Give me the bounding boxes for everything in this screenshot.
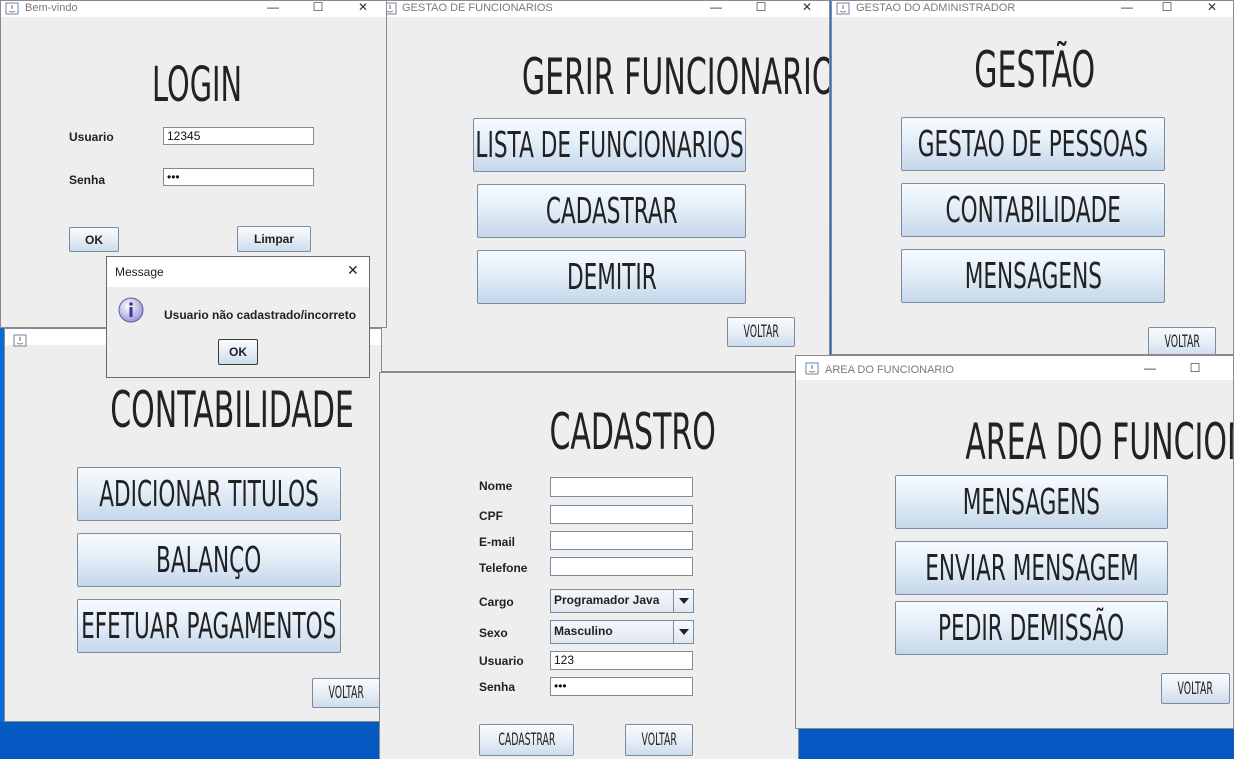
- cadastrar-submit-button[interactable]: CADASTRAR: [479, 724, 574, 756]
- sexo-label: Sexo: [479, 626, 508, 640]
- message-dialog-titlebar[interactable]: Message ✕: [107, 257, 369, 287]
- nome-label: Nome: [479, 479, 513, 493]
- info-icon: [118, 297, 144, 323]
- cadastro-voltar-button[interactable]: VOLTAR: [625, 724, 693, 756]
- limpar-button[interactable]: Limpar: [237, 226, 311, 252]
- adicionar-titulos-button[interactable]: ADICIONAR TITULOS: [77, 467, 341, 521]
- area-heading: AREA DO FUNCIONARIO: [965, 413, 1233, 471]
- contabilidade-heading: CONTABILIDADE: [110, 381, 354, 439]
- admin-heading: GESTÃO: [974, 41, 1095, 99]
- nome-input[interactable]: [550, 477, 693, 497]
- usuario-label: Usuario: [69, 130, 114, 144]
- usuario-label: Usuario: [479, 654, 524, 668]
- usuario-input[interactable]: 12345: [163, 127, 314, 145]
- area-window: AREA DO FUNCIONARIO — ☐ AREA DO FUNCIONA…: [795, 355, 1234, 729]
- maximize-button[interactable]: ☐: [1156, 1, 1178, 15]
- demitir-button[interactable]: DEMITIR: [477, 250, 746, 304]
- email-input[interactable]: [550, 531, 693, 550]
- java-icon: [13, 334, 27, 347]
- close-icon[interactable]: ✕: [347, 263, 359, 279]
- senha-input[interactable]: •••: [163, 168, 314, 186]
- maximize-button[interactable]: ☐: [750, 1, 772, 15]
- minimize-button[interactable]: —: [1139, 362, 1161, 376]
- area-voltar-button[interactable]: VOLTAR: [1161, 673, 1230, 704]
- balanco-button[interactable]: BALANÇO: [77, 533, 341, 587]
- pedir-demissao-button[interactable]: PEDIR DEMISSÃO: [895, 601, 1168, 655]
- message-dialog: Message ✕ Usuario não cadastrado/incorre…: [106, 256, 370, 378]
- java-icon: [836, 2, 850, 15]
- efetuar-pagamentos-button[interactable]: EFETUAR PAGAMENTOS: [77, 599, 341, 653]
- lista-funcionarios-button[interactable]: LISTA DE FUNCIONARIOS: [473, 118, 746, 172]
- contabilidade-voltar-button[interactable]: VOLTAR: [312, 678, 380, 708]
- email-label: E-mail: [479, 535, 516, 549]
- maximize-button[interactable]: ☐: [307, 1, 329, 15]
- chevron-down-icon[interactable]: [673, 590, 693, 612]
- mensagens-button[interactable]: MENSAGENS: [901, 249, 1165, 303]
- gestao-pessoas-button[interactable]: GESTAO DE PESSOAS: [901, 117, 1165, 171]
- desktop-edge: [0, 328, 4, 722]
- sexo-select[interactable]: Masculino: [550, 620, 694, 644]
- login-heading: LOGIN: [151, 57, 243, 113]
- funcionarios-window-titlebar[interactable]: GESTAO DE FUNCIONARIOS — ☐ ✕: [373, 1, 829, 17]
- message-ok-button[interactable]: OK: [218, 339, 258, 365]
- cpf-label: CPF: [479, 509, 503, 523]
- message-dialog-title: Message: [115, 265, 164, 279]
- telefone-input[interactable]: [550, 557, 693, 576]
- funcionarios-heading: GERIR FUNCIONARIOS: [521, 48, 830, 106]
- cpf-input[interactable]: [550, 505, 693, 524]
- senha-label: Senha: [69, 173, 106, 187]
- chevron-down-icon[interactable]: [673, 621, 693, 643]
- sexo-value: Masculino: [554, 624, 613, 638]
- cadastro-window: CADASTRO Nome CPF E-mail Telefone Cargo …: [379, 372, 799, 759]
- telefone-label: Telefone: [479, 561, 528, 575]
- cargo-label: Cargo: [479, 595, 514, 609]
- area-window-title: AREA DO FUNCIONARIO: [825, 364, 954, 376]
- close-button[interactable]: ✕: [796, 1, 818, 15]
- close-button[interactable]: ✕: [352, 1, 374, 15]
- cadastro-heading: CADASTRO: [549, 403, 716, 461]
- enviar-mensagem-button[interactable]: ENVIAR MENSAGEM: [895, 541, 1168, 595]
- senha-input[interactable]: •••: [550, 677, 693, 696]
- maximize-button[interactable]: ☐: [1184, 362, 1206, 376]
- login-window-title: Bem-vindo: [25, 2, 78, 14]
- java-icon: [805, 362, 819, 375]
- funcionarios-window: GESTAO DE FUNCIONARIOS — ☐ ✕ GERIR FUNCI…: [372, 0, 830, 372]
- area-window-titlebar[interactable]: AREA DO FUNCIONARIO — ☐: [796, 356, 1233, 380]
- minimize-button[interactable]: —: [705, 1, 727, 15]
- minimize-button[interactable]: —: [262, 1, 284, 15]
- admin-window: GESTAO DO ADMINISTRADOR — ☐ ✕ GESTÃO GES…: [831, 0, 1234, 355]
- funcionarios-window-title: GESTAO DE FUNCIONARIOS: [402, 2, 553, 14]
- contabilidade-button[interactable]: CONTABILIDADE: [901, 183, 1165, 237]
- minimize-button[interactable]: —: [1116, 1, 1138, 15]
- area-mensagens-button[interactable]: MENSAGENS: [895, 475, 1168, 529]
- contabilidade-window: CONTABILIDADE ADICIONAR TITULOS BALANÇO …: [4, 328, 382, 722]
- ok-button[interactable]: OK: [69, 227, 119, 252]
- cadastrar-nav-button[interactable]: CADASTRAR: [477, 184, 746, 238]
- admin-voltar-button[interactable]: VOLTAR: [1148, 327, 1216, 354]
- close-button[interactable]: ✕: [1201, 1, 1223, 15]
- senha-label: Senha: [479, 680, 516, 694]
- usuario-input[interactable]: 123: [550, 651, 693, 670]
- funcionarios-voltar-button[interactable]: VOLTAR: [727, 317, 795, 347]
- login-window-titlebar[interactable]: Bem-vindo — ☐ ✕: [1, 1, 386, 17]
- message-text: Usuario não cadastrado/incorreto: [164, 308, 357, 322]
- cargo-value: Programador Java: [554, 593, 660, 607]
- java-icon: [5, 2, 19, 15]
- admin-window-title: GESTAO DO ADMINISTRADOR: [856, 2, 1016, 14]
- admin-window-titlebar[interactable]: GESTAO DO ADMINISTRADOR — ☐ ✕: [832, 1, 1233, 17]
- cargo-select[interactable]: Programador Java: [550, 589, 694, 613]
